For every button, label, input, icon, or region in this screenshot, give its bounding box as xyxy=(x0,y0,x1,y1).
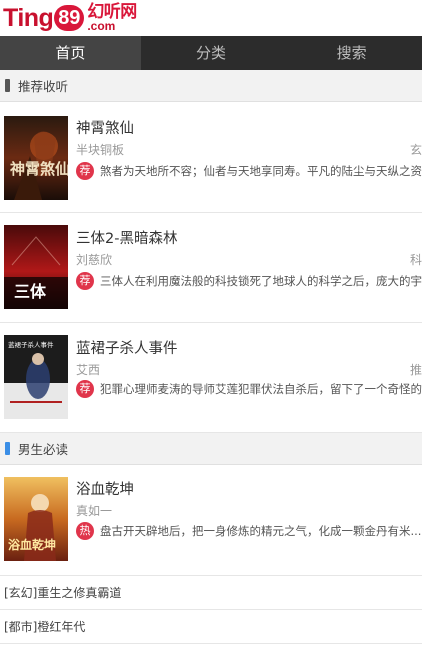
tab-home[interactable]: 首页 xyxy=(0,36,141,70)
list-item[interactable]: [玄幻] 重生之修真霸道 xyxy=(0,576,422,610)
book-genre: 推 xyxy=(409,363,422,377)
tab-category[interactable]: 分类 xyxy=(141,36,282,70)
cover-title-text: 神霄煞仙 xyxy=(10,160,68,178)
book-description: 煞者为天地所不容；仙者与天地享同寿。平凡的陆尘与天纵之资的 xyxy=(100,164,422,178)
book-author: 艾西 xyxy=(76,363,101,377)
book-description: 盘古开天辟地后，把一身修炼的精元之气，化成一颗金丹有米... xyxy=(100,524,422,538)
section-header-boys-must-read: 男生必读 xyxy=(0,433,422,465)
section-marker xyxy=(5,79,10,92)
recommend-badge: 荐 xyxy=(76,162,94,180)
section-title: 男生必读 xyxy=(18,442,69,457)
list-item-category: [玄幻] xyxy=(4,586,38,600)
list-item[interactable]: [都市] 橙红年代 xyxy=(0,610,422,644)
tab-search[interactable]: 搜索 xyxy=(281,36,422,70)
book-cover[interactable]: 蓝裙子杀人事件 xyxy=(4,335,68,419)
book-cover[interactable]: 浴血乾坤 xyxy=(4,477,68,561)
book-title[interactable]: 浴血乾坤 xyxy=(76,478,134,499)
cover-title-text: 浴血乾坤 xyxy=(8,537,56,552)
list-item-title[interactable]: 重生之修真霸道 xyxy=(37,584,121,601)
book-author: 半块铜板 xyxy=(76,143,125,157)
book-title[interactable]: 三体2-黑暗森林 xyxy=(76,227,177,248)
list-item-category: [都市] xyxy=(4,620,38,634)
recommend-badge: 荐 xyxy=(76,380,94,398)
logo-chinese: 幻听网 .com xyxy=(87,4,137,33)
book-item[interactable]: 浴血乾坤 浴血乾坤 真如一 热 盘古开天辟地后，把一身修炼的精元之气，化成一颗金… xyxy=(0,466,422,576)
cover-title-text: 蓝裙子杀人事件 xyxy=(8,340,54,349)
section-header-recommended: 推荐收听 xyxy=(0,70,422,102)
section-marker xyxy=(5,442,10,455)
book-item[interactable]: 神霄煞仙 神霄煞仙 半块铜板 玄 荐 煞者为天地所不容；仙者与天地享同寿。平凡的… xyxy=(0,103,422,213)
main-nav: 首页 分类 搜索 xyxy=(0,36,422,70)
book-author: 真如一 xyxy=(76,504,113,518)
logo-bar: Ting 89 幻听网 .com xyxy=(0,0,422,36)
list-item-title[interactable]: 橙红年代 xyxy=(37,618,85,635)
book-title[interactable]: 蓝裙子杀人事件 xyxy=(76,337,178,358)
site-logo[interactable]: Ting 89 幻听网 .com xyxy=(3,3,137,33)
book-author: 刘慈欣 xyxy=(76,253,113,267)
logo-text: Ting xyxy=(3,4,54,32)
recommend-badge: 荐 xyxy=(76,272,94,290)
book-item[interactable]: 三体 三体2-黑暗森林 刘慈欣 科 荐 三体人在利用魔法般的科技锁死了地球人的科… xyxy=(0,213,422,323)
book-description: 犯罪心理师麦涛的导师艾莲犯罪伏法自杀后，留下了一个奇怪的遗 xyxy=(100,382,422,396)
book-item[interactable]: 蓝裙子杀人事件 蓝裙子杀人事件 艾西 推 荐 犯罪心理师麦涛的导师艾莲犯罪伏法自… xyxy=(0,323,422,433)
hot-badge: 热 xyxy=(76,522,94,540)
cover-title-text: 三体 xyxy=(14,282,47,301)
book-genre: 科 xyxy=(409,253,422,267)
book-description: 三体人在利用魔法般的科技锁死了地球人的科学之后，庞大的宇宙 xyxy=(100,274,422,288)
logo-number-badge: 89 xyxy=(54,5,85,31)
logo-domain: .com xyxy=(87,19,116,33)
section-title: 推荐收听 xyxy=(18,79,69,94)
book-title[interactable]: 神霄煞仙 xyxy=(76,117,134,138)
book-genre: 玄 xyxy=(409,143,422,157)
book-cover[interactable]: 神霄煞仙 xyxy=(4,116,68,200)
book-cover[interactable]: 三体 xyxy=(4,225,68,309)
